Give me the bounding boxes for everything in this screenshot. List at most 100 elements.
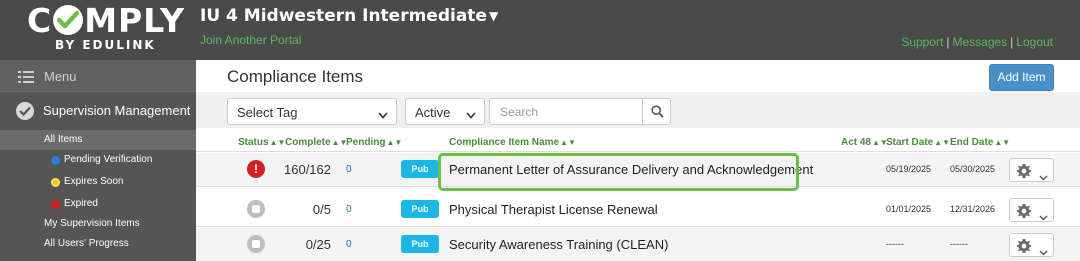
link-separator: | [946,35,950,49]
col-start-date-label: Start Date [886,137,934,148]
col-status-label: Status [238,137,269,148]
sidebar-item-label: Expired [64,198,98,209]
link-separator: | [1010,35,1014,49]
inactive-status-icon[interactable] [247,235,265,253]
sidebar-item-expires-soon[interactable]: Expires Soon [0,172,196,192]
portal-selector[interactable]: IU 4 Midwestern Intermediate ▼ [200,6,498,26]
end-date: ------ [950,239,968,249]
gear-icon [1016,203,1032,224]
portal-title: IU 4 Midwestern Intermediate [200,6,487,26]
start-date: ------ [886,239,904,249]
sort-icon: ▲▼ [269,138,286,147]
end-date: 12/31/2026 [950,204,996,214]
tag-select[interactable]: Select Tag [227,98,397,125]
pending-count[interactable]: 0 [346,164,352,175]
tag-select-value: Select Tag [237,105,298,120]
col-pending-label: Pending [346,137,386,148]
search-button[interactable] [642,99,670,124]
col-name[interactable]: Compliance Item Name▲▼ [449,137,576,148]
item-name-link[interactable]: Physical Therapist License Renewal [449,202,658,217]
comply-logo[interactable]: C MPLY BY EDULINK [0,0,196,60]
sidebar-item-supervision-management[interactable]: Supervision Management [0,98,196,126]
hamburger-icon [18,70,34,88]
start-date: 01/01/2025 [886,204,932,214]
col-end-date[interactable]: End Date▲▼ [950,137,1010,148]
col-act48-label: Act 48 [841,137,872,148]
col-pending[interactable]: Pending▲▼ [346,137,402,148]
sidebar-item-label: My Supervision Items [44,218,140,229]
table-header: Status▲▼ Complete▲▼ Pending▲▼ Compliance… [196,132,1080,152]
row-actions-button[interactable] [1009,198,1054,222]
top-links: Support | Messages | Logout [901,35,1053,49]
sidebar-item-label: Pending Verification [64,154,153,165]
status-select[interactable]: Active [405,98,485,125]
complete-count: 0/25 [305,237,331,252]
gear-icon [1016,238,1032,259]
expired-dot-icon [51,200,60,209]
warning-dot-icon [51,178,60,187]
check-circle-icon [16,102,34,120]
messages-link[interactable]: Messages [952,35,1007,49]
search-input[interactable]: Search [500,105,538,119]
caret-down-icon: ▼ [488,9,499,23]
row-actions-button[interactable] [1009,233,1054,257]
sort-icon: ▲▼ [994,138,1011,147]
main-content: Compliance Items Add Item Select Tag Act… [196,60,1080,261]
col-status[interactable]: Status▲▼ [238,137,285,148]
sidebar-item-all-items[interactable]: All Items [0,130,196,150]
menu-toggle[interactable]: Menu [0,60,196,92]
pending-count[interactable]: 0 [346,204,352,215]
chevron-down-icon [1039,243,1048,261]
page-title: Compliance Items [227,67,364,86]
check-icon [53,5,84,35]
sidebar-item-my-supervision-items[interactable]: My Supervision Items [0,214,196,234]
top-header: C MPLY BY EDULINK IU 4 Midwestern Interme… [0,0,1080,60]
sort-icon: ▲▼ [934,138,951,147]
complete-count: 160/162 [284,162,331,177]
chevron-down-icon [1039,208,1048,226]
row-actions-button[interactable] [1009,158,1054,182]
logout-link[interactable]: Logout [1016,35,1053,49]
add-item-button[interactable]: Add Item [989,64,1054,91]
end-date: 05/30/2025 [950,164,996,174]
status-select-value: Active [415,105,451,120]
item-name-link[interactable]: Security Awareness Training (CLEAN) [449,237,668,252]
search-box: Search [489,98,671,125]
sidebar: Menu Supervision Management All Items Pe… [0,60,196,261]
pending-count[interactable]: 0 [346,239,352,250]
sidebar-item-label: All Users' Progress [44,238,129,249]
menu-label: Menu [44,69,77,84]
sidebar-item-pending-verification[interactable]: Pending Verification [0,150,196,170]
sidebar-item-all-users-progress[interactable]: All Users' Progress [0,234,196,254]
published-badge: Pub [401,200,439,218]
start-date: 05/19/2025 [886,164,932,174]
filter-bar: Select Tag Active Search [196,92,1080,128]
sort-icon: ▲▼ [560,138,576,147]
table-row[interactable]: 0/5 0 Pub Physical Therapist License Ren… [196,193,1080,227]
col-complete[interactable]: Complete▲▼ [285,137,347,148]
inactive-status-icon[interactable] [247,200,265,218]
highlight-box [438,153,799,191]
complete-count: 0/5 [312,202,331,217]
error-status-icon[interactable]: ! [247,160,265,178]
col-act48[interactable]: Act 48▲▼ [841,137,888,148]
chevron-down-icon [466,107,476,122]
join-another-portal-link[interactable]: Join Another Portal [200,33,301,47]
sidebar-section-label: Supervision Management [43,103,191,118]
sidebar-item-label: All Items [44,134,83,145]
sidebar-item-label: Expires Soon [64,176,124,187]
support-link[interactable]: Support [901,35,943,49]
col-start-date[interactable]: Start Date▲▼ [886,137,950,148]
col-name-label: Compliance Item Name [449,137,560,148]
col-complete-label: Complete [285,137,331,148]
sidebar-item-expired[interactable]: Expired [0,194,196,214]
sort-icon: ▲▼ [386,138,403,147]
col-end-date-label: End Date [950,137,994,148]
published-badge: Pub [401,160,439,178]
logo-subtitle: BY EDULINK [55,38,156,52]
chevron-down-icon [378,107,388,122]
gear-icon [1016,163,1032,184]
table-row[interactable]: 0/25 0 Pub Security Awareness Training (… [196,228,1080,261]
pending-dot-icon [51,156,60,165]
chevron-down-icon [1039,168,1048,186]
